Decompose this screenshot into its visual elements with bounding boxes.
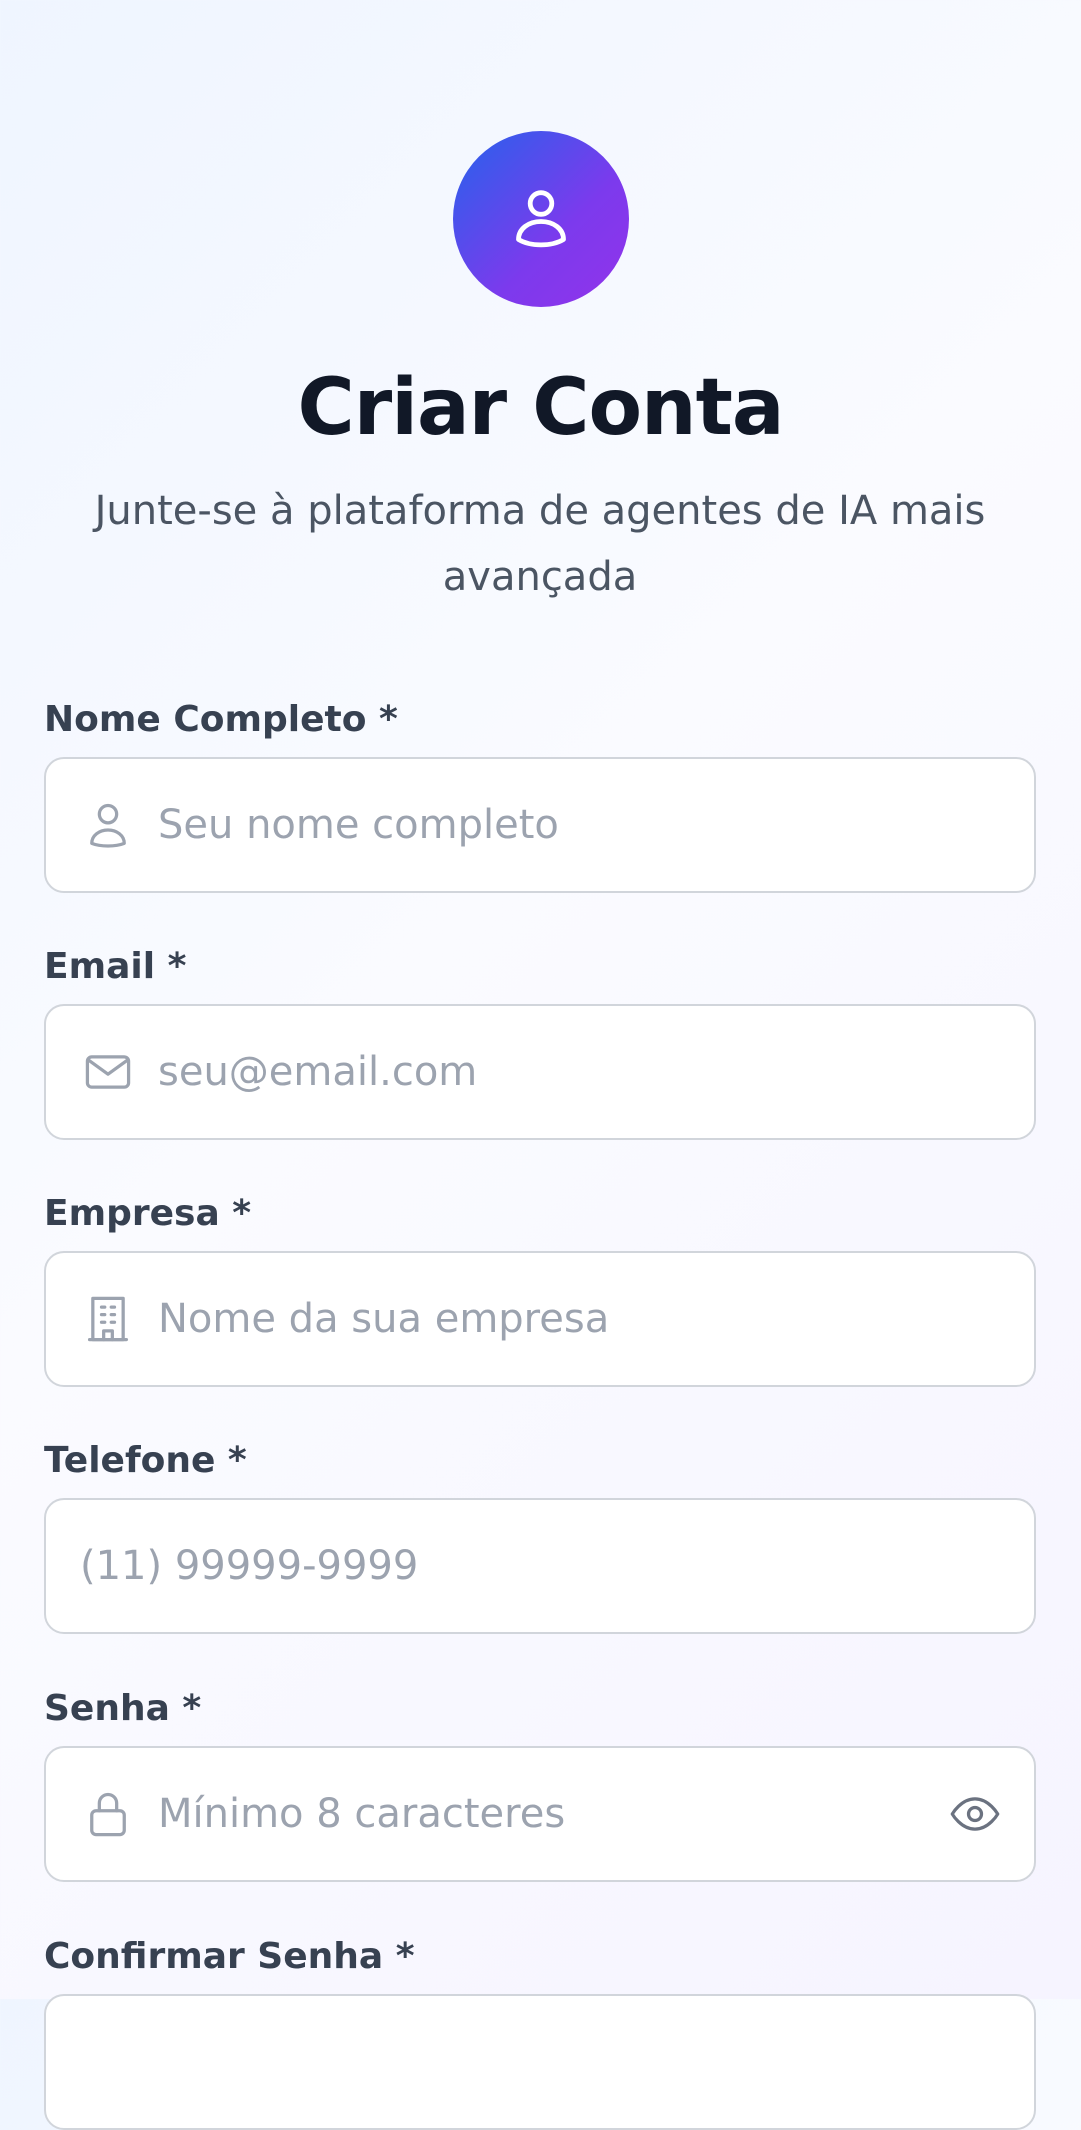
company-label: Empresa * — [44, 1193, 252, 1234]
page-subtitle: Junte-se à plataforma de agentes de IA m… — [94, 488, 986, 600]
confirm-password-input-box[interactable] — [44, 1994, 1036, 2130]
phone-input[interactable] — [80, 1500, 980, 1632]
phone-label: Telefone * — [44, 1440, 247, 1481]
lock-icon — [82, 1788, 134, 1840]
eye-icon[interactable] — [948, 1788, 1002, 1840]
avatar — [453, 131, 629, 307]
field-phone: Telefone * — [44, 1436, 1036, 1634]
full-name-input-box[interactable] — [44, 757, 1036, 893]
field-full-name: Nome Completo * — [44, 695, 1036, 893]
company-input-box[interactable] — [44, 1251, 1036, 1387]
phone-input-box[interactable] — [44, 1498, 1036, 1634]
field-confirm-password: Confirmar Senha * — [44, 1932, 1036, 2130]
mail-icon — [82, 1046, 134, 1098]
company-input[interactable] — [158, 1253, 978, 1385]
email-label: Email * — [44, 946, 187, 987]
full-name-input[interactable] — [158, 759, 978, 891]
field-password: Senha * — [44, 1684, 1036, 1882]
building-icon — [82, 1293, 134, 1345]
email-input[interactable] — [158, 1006, 978, 1138]
confirm-password-label: Confirmar Senha * — [44, 1936, 415, 1977]
password-input[interactable] — [158, 1748, 858, 1880]
password-input-box[interactable] — [44, 1746, 1036, 1882]
signup-page: Criar Conta Junte-se à plataforma de age… — [0, 0, 1081, 2130]
field-email: Email * — [44, 942, 1036, 1140]
page-title: Criar Conta — [297, 363, 785, 453]
field-company: Empresa * — [44, 1189, 1036, 1387]
full-name-label: Nome Completo * — [44, 699, 398, 740]
user-icon — [82, 799, 134, 851]
email-input-box[interactable] — [44, 1004, 1036, 1140]
password-label: Senha * — [44, 1688, 202, 1729]
user-icon — [505, 181, 577, 257]
